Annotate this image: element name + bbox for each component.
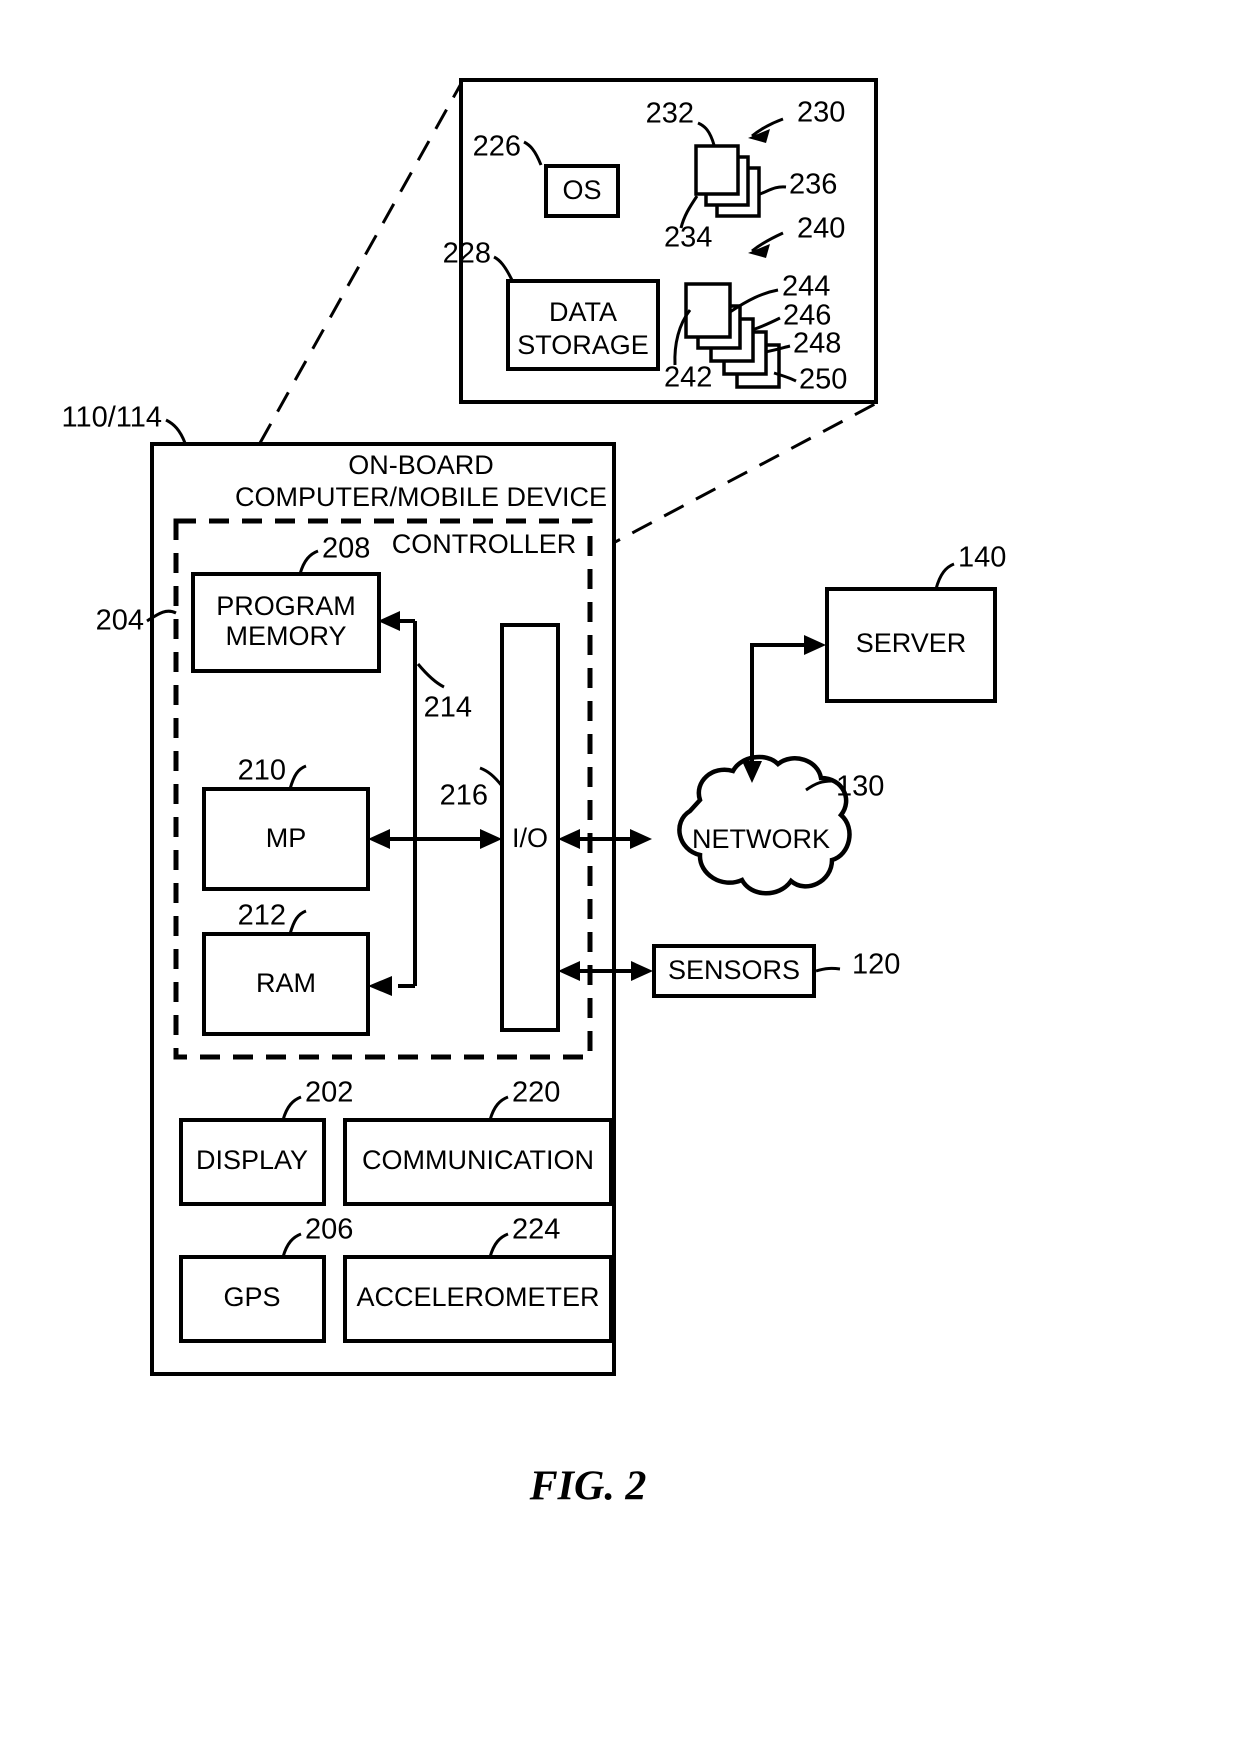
figure-caption: FIG. 2	[529, 1464, 647, 1510]
figure-canvas: 226 OS 228 DATA STORAGE 232 234 236 230 …	[61, 78, 1006, 1510]
ref-250: 250	[799, 364, 847, 396]
io-label: I/O	[512, 823, 548, 853]
program-memory-label-1: PROGRAM	[216, 591, 356, 621]
ref-206: 206	[305, 1214, 353, 1246]
ref-120: 120	[852, 949, 900, 981]
ref-208: 208	[322, 533, 370, 565]
server-label: SERVER	[856, 628, 967, 658]
ref-232: 232	[646, 98, 694, 130]
ref-226: 226	[473, 131, 521, 163]
top-document-stack	[694, 144, 761, 218]
ref-228: 228	[443, 238, 491, 270]
sensors-label: SENSORS	[668, 955, 800, 985]
ref-216: 216	[440, 780, 488, 812]
communication-label: COMMUNICATION	[362, 1145, 594, 1175]
accelerometer-label: ACCELEROMETER	[356, 1282, 599, 1312]
ref-202: 202	[305, 1077, 353, 1109]
ref-234: 234	[664, 222, 712, 254]
ref-224: 224	[512, 1214, 560, 1246]
ram-label: RAM	[256, 968, 316, 998]
ref-130: 130	[836, 771, 884, 803]
patent-figure-page: 226 OS 228 DATA STORAGE 232 234 236 230 …	[0, 0, 1240, 1763]
ref-140: 140	[958, 542, 1006, 574]
ref-204: 204	[96, 605, 144, 637]
device-title-line2: COMPUTER/MOBILE DEVICE	[235, 482, 607, 512]
program-memory-label-2: MEMORY	[225, 621, 346, 651]
device-title-line1: ON-BOARD	[348, 450, 494, 480]
network-cloud: NETWORK 130	[677, 754, 884, 896]
ref-242: 242	[664, 362, 712, 394]
display-label: DISPLAY	[196, 1145, 308, 1175]
ref-220: 220	[512, 1077, 560, 1109]
ref-212: 212	[238, 900, 286, 932]
detail-panel: 226 OS 228 DATA STORAGE 232 234 236 230 …	[443, 78, 878, 404]
controller-label: CONTROLLER	[392, 529, 577, 559]
ref-240: 240	[797, 213, 845, 245]
network-label: NETWORK	[692, 824, 830, 854]
gps-label: GPS	[223, 1282, 280, 1312]
os-label: OS	[562, 175, 601, 205]
ref-236: 236	[789, 169, 837, 201]
ref-244: 244	[782, 271, 830, 303]
data-storage-label-1: DATA	[549, 297, 617, 327]
data-storage-label-2: STORAGE	[517, 330, 649, 360]
ref-210: 210	[238, 755, 286, 787]
ref-214: 214	[424, 692, 472, 724]
ref-248: 248	[793, 328, 841, 360]
server-box: 140 SERVER	[825, 542, 1006, 703]
ref-110-114: 110/114	[61, 402, 162, 434]
sensors-box: 120 SENSORS	[652, 944, 900, 998]
ref-230: 230	[797, 97, 845, 129]
mp-label: MP	[266, 823, 307, 853]
